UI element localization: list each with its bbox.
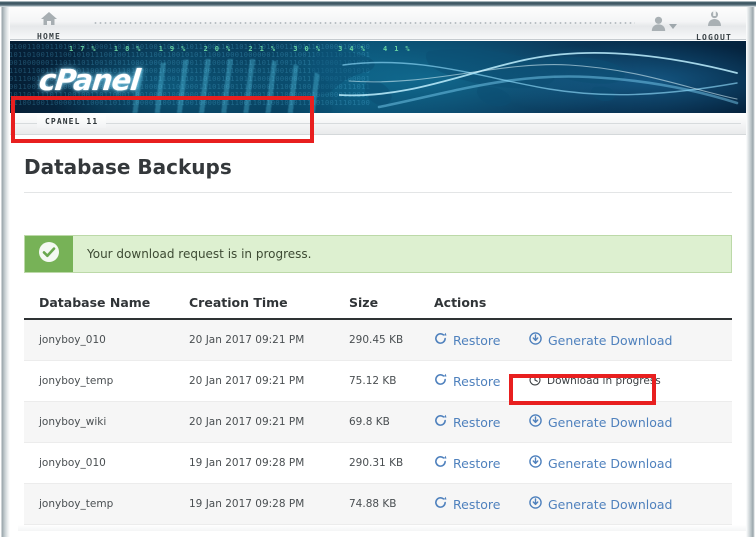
generate-download-label: Generate Download xyxy=(548,414,673,430)
cell-size: 74.88 KB xyxy=(349,483,434,525)
restore-button[interactable]: Restore xyxy=(434,414,500,430)
column-header-size: Size xyxy=(349,293,434,320)
cell-creation-time: 20 Jan 2017 09:21 PM xyxy=(189,401,349,443)
cell-restore-action: Restore xyxy=(434,401,529,443)
table-header-row: Database Name Creation Time Size Actions xyxy=(24,293,732,320)
cell-creation-time: 20 Jan 2017 09:21 PM xyxy=(189,319,349,361)
clock-circle-icon xyxy=(529,373,541,389)
cell-database-name: jonyboy_010 xyxy=(24,442,189,484)
alert-icon-box xyxy=(25,236,73,272)
restore-label: Restore xyxy=(453,496,501,512)
generate-download-button[interactable]: Generate Download xyxy=(529,496,673,512)
backups-table: Database Name Creation Time Size Actions… xyxy=(24,293,732,525)
table-row: jonyboy_temp 19 Jan 2017 09:28 PM 74.88 … xyxy=(24,483,732,525)
tab-cpanel-version[interactable]: CPANEL 11 xyxy=(37,115,107,128)
check-circle-icon xyxy=(38,241,60,268)
page-title: Database Backups xyxy=(24,155,232,179)
cell-restore-action: Restore xyxy=(434,360,529,402)
cell-restore-action: Restore xyxy=(434,319,529,361)
table-header: Database Name Creation Time Size Actions xyxy=(24,293,732,320)
version-tab-strip: CPANEL 11 xyxy=(9,113,747,135)
table-row: jonyboy_wiki 20 Jan 2017 09:21 PM 69.8 K… xyxy=(24,401,732,443)
nav-user-menu[interactable] xyxy=(651,13,685,39)
restore-label: Restore xyxy=(453,373,501,389)
cell-size: 69.8 KB xyxy=(349,401,434,443)
generate-download-button[interactable]: Generate Download xyxy=(529,455,673,471)
cell-database-name: jonyboy_temp xyxy=(24,483,189,525)
cell-download-action: Generate Download xyxy=(529,483,732,525)
cell-creation-time: 20 Jan 2017 09:21 PM xyxy=(189,360,349,402)
title-divider xyxy=(24,192,732,193)
banner-ticker-text: 17% 18% 19% 20% 21% 30% 34% 41% xyxy=(69,45,417,53)
nav-home-button[interactable]: HOME xyxy=(19,10,79,42)
banner-server-racks xyxy=(117,59,332,113)
cell-size: 290.31 KB xyxy=(349,442,434,484)
download-circle-icon xyxy=(529,332,542,348)
table-row: jonyboy_temp 20 Jan 2017 09:21 PM 75.12 … xyxy=(24,360,732,402)
main-content: Database Backups Your download request i… xyxy=(9,135,756,531)
cell-size: 290.45 KB xyxy=(349,319,434,361)
generate-download-button[interactable]: Generate Download xyxy=(529,332,673,348)
download-in-progress-status: Download in progress xyxy=(529,373,661,389)
window-frame-right xyxy=(746,0,756,537)
download-circle-icon xyxy=(529,496,542,512)
cell-restore-action: Restore xyxy=(434,442,529,484)
content-bottom-edge xyxy=(18,525,756,531)
download-circle-icon xyxy=(529,455,542,471)
restore-button[interactable]: Restore xyxy=(434,373,500,389)
table-row: jonyboy_010 19 Jan 2017 09:28 PM 290.31 … xyxy=(24,442,732,484)
nav-logout-button[interactable]: LOGOUT xyxy=(685,10,743,42)
window-frame-left xyxy=(0,0,10,537)
nav-dotted-divider xyxy=(93,21,635,25)
cell-database-name: jonyboy_wiki xyxy=(24,401,189,443)
window-frame-top xyxy=(0,0,756,7)
column-header-database-name: Database Name xyxy=(24,293,189,320)
refresh-circle-icon xyxy=(434,414,447,430)
browser-viewport: HOME LOGOUT 0100110101101001011000110111… xyxy=(0,0,756,537)
restore-button[interactable]: Restore xyxy=(434,332,500,348)
chevron-down-icon xyxy=(669,23,677,29)
download-in-progress-label: Download in progress xyxy=(547,375,661,387)
cell-download-action: Download in progress xyxy=(529,360,732,402)
column-header-blank xyxy=(529,293,732,320)
status-alert: Your download request is in progress. xyxy=(24,235,732,273)
cpanel-logo: cPanel xyxy=(37,63,142,97)
restore-button[interactable]: Restore xyxy=(434,496,500,512)
home-icon xyxy=(19,11,79,31)
generate-download-label: Generate Download xyxy=(548,455,673,471)
cell-download-action: Generate Download xyxy=(529,401,732,443)
column-header-creation-time: Creation Time xyxy=(189,293,349,320)
column-header-actions: Actions xyxy=(434,293,529,320)
download-circle-icon xyxy=(529,414,542,430)
logout-person-icon xyxy=(706,10,723,31)
restore-button[interactable]: Restore xyxy=(434,455,500,471)
cell-creation-time: 19 Jan 2017 09:28 PM xyxy=(189,483,349,525)
generate-download-button[interactable]: Generate Download xyxy=(529,414,673,430)
alert-message: Your download request is in progress. xyxy=(87,247,312,261)
table-body: jonyboy_010 20 Jan 2017 09:21 PM 290.45 … xyxy=(24,319,732,525)
cell-creation-time: 19 Jan 2017 09:28 PM xyxy=(189,442,349,484)
refresh-circle-icon xyxy=(434,332,447,348)
generate-download-label: Generate Download xyxy=(548,332,673,348)
banner-light-swirl xyxy=(339,51,739,109)
refresh-circle-icon xyxy=(434,455,447,471)
cell-download-action: Generate Download xyxy=(529,442,732,484)
cell-download-action: Generate Download xyxy=(529,319,732,361)
cell-restore-action: Restore xyxy=(434,483,529,525)
user-icon xyxy=(651,16,666,37)
refresh-circle-icon xyxy=(434,373,447,389)
restore-label: Restore xyxy=(453,332,501,348)
generate-download-label: Generate Download xyxy=(548,496,673,512)
cell-database-name: jonyboy_010 xyxy=(24,319,189,361)
refresh-circle-icon xyxy=(434,496,447,512)
table-row: jonyboy_010 20 Jan 2017 09:21 PM 290.45 … xyxy=(24,319,732,361)
restore-label: Restore xyxy=(453,414,501,430)
cell-size: 75.12 KB xyxy=(349,360,434,402)
cell-database-name: jonyboy_temp xyxy=(24,360,189,402)
nav-home-label: HOME xyxy=(36,32,62,41)
top-navigation-bar: HOME LOGOUT xyxy=(9,7,747,42)
cpanel-banner: 0100110101101001011000110111001001101111… xyxy=(9,41,747,113)
restore-label: Restore xyxy=(453,455,501,471)
